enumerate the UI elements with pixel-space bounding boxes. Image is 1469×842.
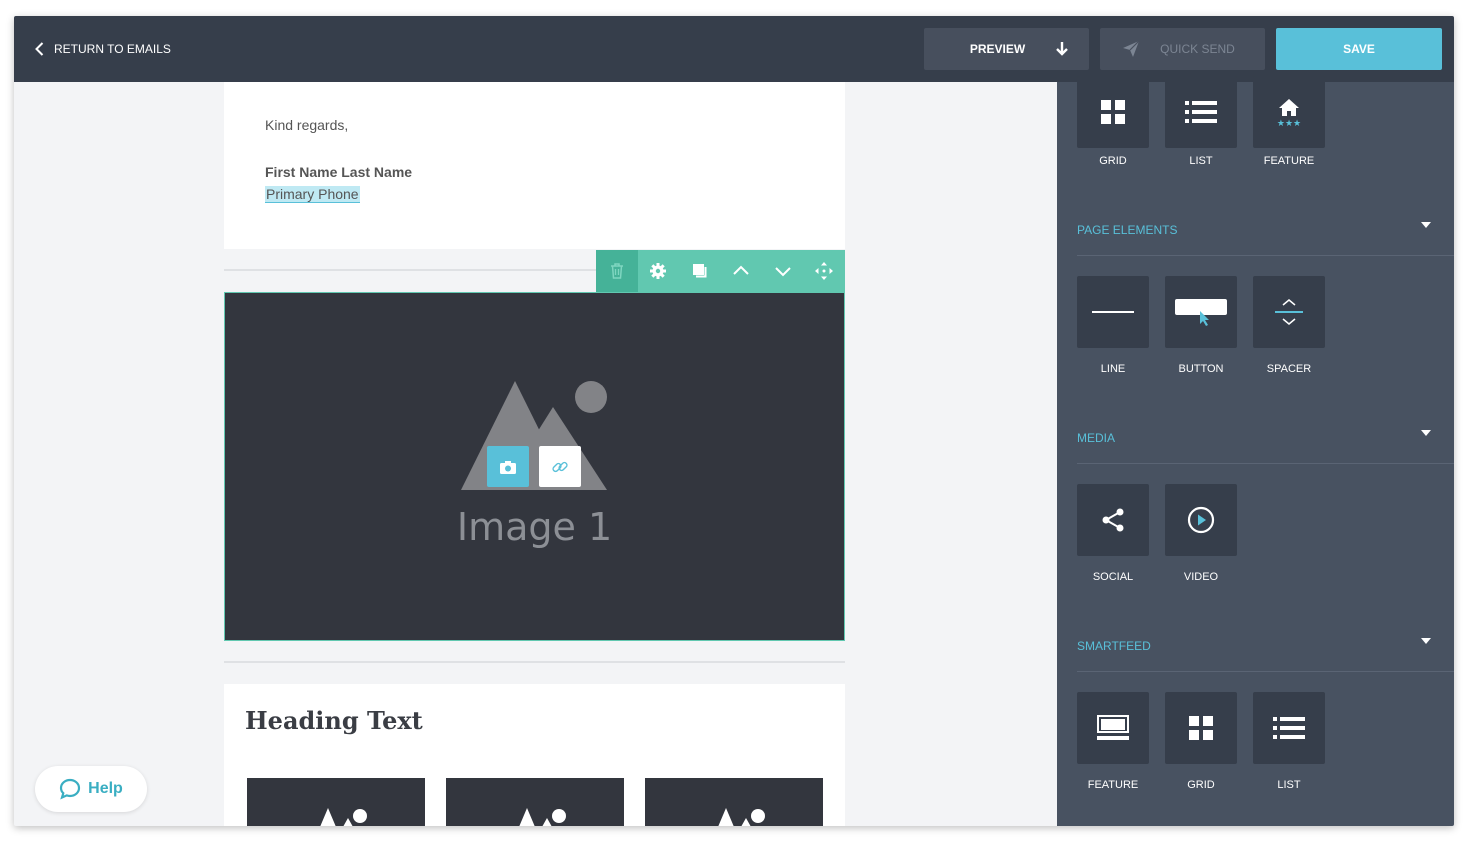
share-icon xyxy=(1102,508,1124,532)
section-divider xyxy=(1077,255,1454,256)
signature-block[interactable]: Kind regards, First Name Last Name Prima… xyxy=(224,82,845,249)
section-title-page-elements[interactable]: PAGE ELEMENTS xyxy=(1077,223,1177,237)
elements-sidebar: GRID LIST ★★★ FEATURE PAGE ELEMENTS LINE… xyxy=(1057,76,1454,826)
line-icon xyxy=(1092,311,1134,313)
element-button-tile[interactable] xyxy=(1165,276,1237,348)
image-placeholder-icon xyxy=(461,381,607,490)
element-line-tile[interactable] xyxy=(1077,276,1149,348)
link-icon xyxy=(552,461,568,472)
tile-label: LINE xyxy=(1100,363,1126,375)
link-image-button[interactable] xyxy=(539,446,581,487)
caret-down-icon[interactable] xyxy=(1421,638,1431,644)
save-button[interactable]: SAVE xyxy=(1276,28,1442,70)
camera-icon xyxy=(500,460,516,474)
image-placeholder-icon xyxy=(519,808,566,826)
list-icon xyxy=(1185,101,1217,123)
gear-icon xyxy=(650,263,667,279)
element-spacer-tile[interactable] xyxy=(1253,276,1325,348)
image-placeholder-icon xyxy=(320,808,367,826)
tile-label: GRID xyxy=(1187,779,1215,791)
image-block[interactable]: Image 1 xyxy=(224,292,845,641)
top-bar: RETURN TO EMAILS PREVIEW QUICK SEND SAVE xyxy=(14,16,1454,82)
tile-label: LIST xyxy=(1277,779,1301,791)
preview-label: PREVIEW xyxy=(969,42,1026,56)
svg-text:★★★: ★★★ xyxy=(1277,119,1301,127)
media-social-tile[interactable] xyxy=(1077,484,1149,556)
quick-send-button[interactable]: QUICK SEND xyxy=(1100,28,1265,70)
button-icon xyxy=(1175,299,1227,326)
tile-label: FEATURE xyxy=(1087,779,1139,791)
grid-image-placeholder[interactable] xyxy=(645,778,823,826)
section-title-smartfeed[interactable]: SMARTFEED xyxy=(1077,639,1151,653)
caret-down-icon[interactable] xyxy=(1421,430,1431,436)
tile-label: FEATURE xyxy=(1263,155,1315,167)
heading-block[interactable]: Heading Text xyxy=(224,684,845,826)
grid-image-placeholder[interactable] xyxy=(446,778,624,826)
chevron-left-icon xyxy=(35,42,44,56)
section-divider xyxy=(1077,463,1454,464)
quick-send-label: QUICK SEND xyxy=(1160,42,1235,56)
section-divider xyxy=(1077,671,1454,672)
upload-image-button[interactable] xyxy=(487,446,529,487)
grid-image-placeholder[interactable] xyxy=(247,778,425,826)
chat-bubble-icon xyxy=(60,778,81,800)
image-label: Image 1 xyxy=(456,505,613,549)
smartfeed-feature-tile[interactable] xyxy=(1077,692,1149,764)
block-settings-button[interactable] xyxy=(638,250,680,292)
spacer-icon xyxy=(1275,299,1303,325)
grid-icon xyxy=(1189,716,1213,740)
layout-list-tile[interactable] xyxy=(1165,76,1237,148)
help-label: Help xyxy=(88,780,123,797)
return-label: RETURN TO EMAILS xyxy=(54,42,171,56)
caret-down-icon[interactable] xyxy=(1421,222,1431,228)
tile-label: SPACER xyxy=(1266,363,1312,375)
section-title-media[interactable]: MEDIA xyxy=(1077,431,1115,445)
play-icon xyxy=(1187,506,1215,534)
image-placeholder-icon xyxy=(718,808,765,826)
arrow-down-icon xyxy=(1056,42,1068,56)
duplicate-block-button[interactable] xyxy=(679,250,721,292)
paper-plane-icon xyxy=(1123,40,1140,57)
tile-label: VIDEO xyxy=(1183,571,1219,583)
layout-feature-tile[interactable]: ★★★ xyxy=(1253,76,1325,148)
duplicate-icon xyxy=(692,264,707,278)
app-window: RETURN TO EMAILS PREVIEW QUICK SEND SAVE… xyxy=(14,16,1454,826)
block-toolbar xyxy=(596,250,845,292)
trash-icon xyxy=(610,263,623,279)
move-arrows-icon xyxy=(815,262,834,280)
email-canvas: Kind regards, First Name Last Name Prima… xyxy=(224,82,845,826)
move-block-up-button[interactable] xyxy=(721,250,763,292)
list-icon xyxy=(1273,717,1305,739)
tile-label: BUTTON xyxy=(1178,363,1224,375)
signature-name[interactable]: First Name Last Name xyxy=(265,164,412,180)
smartfeed-list-tile[interactable] xyxy=(1253,692,1325,764)
media-video-tile[interactable] xyxy=(1165,484,1237,556)
smartfeed-grid-tile[interactable] xyxy=(1165,692,1237,764)
tile-label: LIST xyxy=(1189,155,1213,167)
chevron-down-icon xyxy=(775,267,791,277)
tile-label: SOCIAL xyxy=(1092,571,1134,583)
layout-grid-tile[interactable] xyxy=(1077,76,1149,148)
move-block-down-button[interactable] xyxy=(762,250,804,292)
preview-button[interactable]: PREVIEW xyxy=(924,28,1089,70)
delete-block-button[interactable] xyxy=(596,250,638,292)
feature-home-icon: ★★★ xyxy=(1277,99,1301,127)
drag-block-handle[interactable] xyxy=(804,250,846,292)
signature-phone-token[interactable]: Primary Phone xyxy=(265,186,360,203)
closing-text[interactable]: Kind regards, xyxy=(265,117,348,133)
block-divider xyxy=(224,661,845,663)
chevron-up-icon xyxy=(733,265,749,275)
help-button[interactable]: Help xyxy=(35,766,147,812)
tile-label: GRID xyxy=(1099,155,1127,167)
return-to-emails-link[interactable]: RETURN TO EMAILS xyxy=(32,16,171,82)
feature-icon xyxy=(1097,715,1129,740)
heading-text[interactable]: Heading Text xyxy=(245,706,423,735)
grid-icon xyxy=(1101,100,1125,124)
